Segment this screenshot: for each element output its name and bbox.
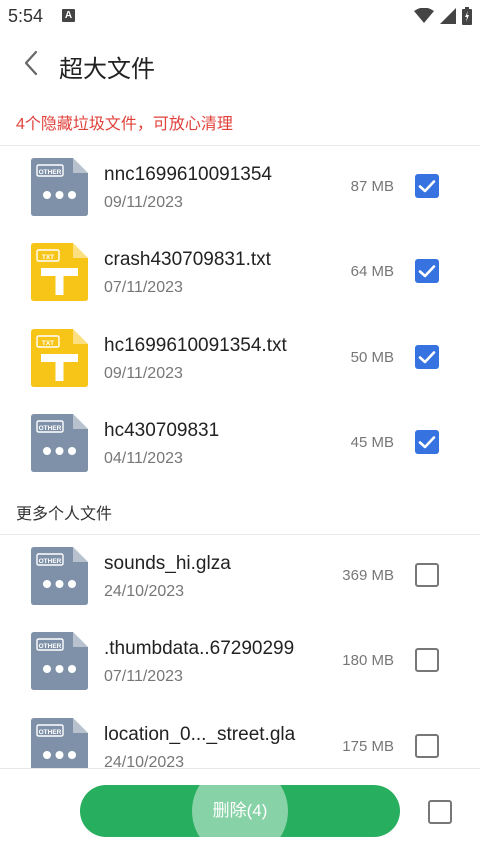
file-name: .thumbdata..67290299 [104,638,295,660]
chevron-left-icon [24,50,38,76]
other-file-icon: OTHER [31,158,88,216]
checkmark-icon [418,350,436,363]
file-size: 64 MB [350,263,394,281]
personal-files-list[interactable]: OTHER sounds_hi.glza 24/10/2023 369 MB OTHER… [0,535,480,768]
file-date: 09/11/2023 [104,194,183,211]
notification-icon: A [62,9,75,22]
status-time: 5:54 [8,6,44,26]
section-title-personal-files: 更多个人文件 [16,506,113,523]
file-checkbox[interactable] [415,259,439,284]
file-date: 24/10/2023 [104,583,185,600]
status-icons [414,7,472,25]
other-file-icon: OTHER [31,547,88,605]
file-row[interactable]: TXT hc1699610091354.txt 09/11/2023 50 MB [0,317,480,402]
file-date: 09/11/2023 [104,364,183,382]
file-type-label: OTHER [39,728,62,735]
file-name: location_0..._street.gla [104,723,296,745]
file-date: 04/11/2023 [104,449,183,467]
file-type-label: TXT [42,254,54,261]
file-size: 45 MB [350,433,394,451]
checkmark-icon [418,436,436,449]
file-checkbox[interactable] [415,563,439,587]
checkmark-icon [418,265,436,278]
file-size: 175 MB [342,737,394,755]
file-date: 07/11/2023 [104,668,183,686]
page-title: 超大文件 [59,56,155,83]
delete-button-label: 删除(4) [212,801,268,820]
file-checkbox[interactable] [415,344,439,369]
battery-icon [462,7,472,25]
hidden-junk-hint: 4个隐藏垃圾文件，可放心清理 [16,116,233,133]
file-name: crash430709831.txt [104,249,271,271]
app-bar: 超大文件 [0,32,480,96]
file-checkbox[interactable] [415,429,439,454]
file-type-label: OTHER [39,643,62,650]
status-bar: 5:54 A [0,0,480,32]
wifi-icon [414,8,434,23]
file-type-label: OTHER [39,169,62,176]
file-name: sounds_hi.glza [104,553,231,574]
file-size: 369 MB [342,567,394,584]
file-size: 180 MB [342,652,394,670]
file-row[interactable]: TXT crash430709831.txt 07/11/2023 64 MB [0,231,480,316]
txt-file-icon: TXT [31,328,88,387]
bottom-action-bar: 删除(4) [0,768,480,854]
delete-button[interactable]: 删除(4) [80,785,400,837]
other-file-icon: OTHER [31,632,88,691]
file-name: hc430709831 [104,419,220,441]
file-name: nnc1699610091354 [104,164,273,185]
file-row[interactable]: OTHER hc430709831 04/11/2023 45 MB [0,402,480,487]
file-date: 24/10/2023 [104,753,185,768]
select-all-checkbox[interactable] [428,800,452,824]
file-type-label: OTHER [39,558,62,565]
checkmark-icon [418,180,436,193]
file-type-label: OTHER [39,425,62,432]
txt-file-icon: TXT [31,243,88,302]
back-button[interactable] [16,48,46,78]
file-checkbox[interactable] [415,174,439,198]
file-checkbox[interactable] [415,648,439,673]
file-row[interactable]: OTHER location_0..._street.gla 24/10/2023 1… [0,706,480,768]
file-date: 07/11/2023 [104,279,183,297]
file-checkbox[interactable] [415,733,439,758]
file-name: hc1699610091354.txt [104,334,287,356]
file-row[interactable]: OTHER .thumbdata..67290299 07/11/2023 180 M… [0,620,480,705]
file-type-label: TXT [42,339,54,346]
file-size: 87 MB [350,178,394,195]
file-row[interactable]: OTHER nnc1699610091354 09/11/2023 87 MB [0,146,480,231]
other-file-icon: OTHER [31,413,88,472]
signal-icon [440,8,456,24]
other-file-icon: OTHER [31,717,88,768]
file-size: 50 MB [350,348,394,366]
file-row[interactable]: OTHER sounds_hi.glza 24/10/2023 369 MB [0,535,480,620]
